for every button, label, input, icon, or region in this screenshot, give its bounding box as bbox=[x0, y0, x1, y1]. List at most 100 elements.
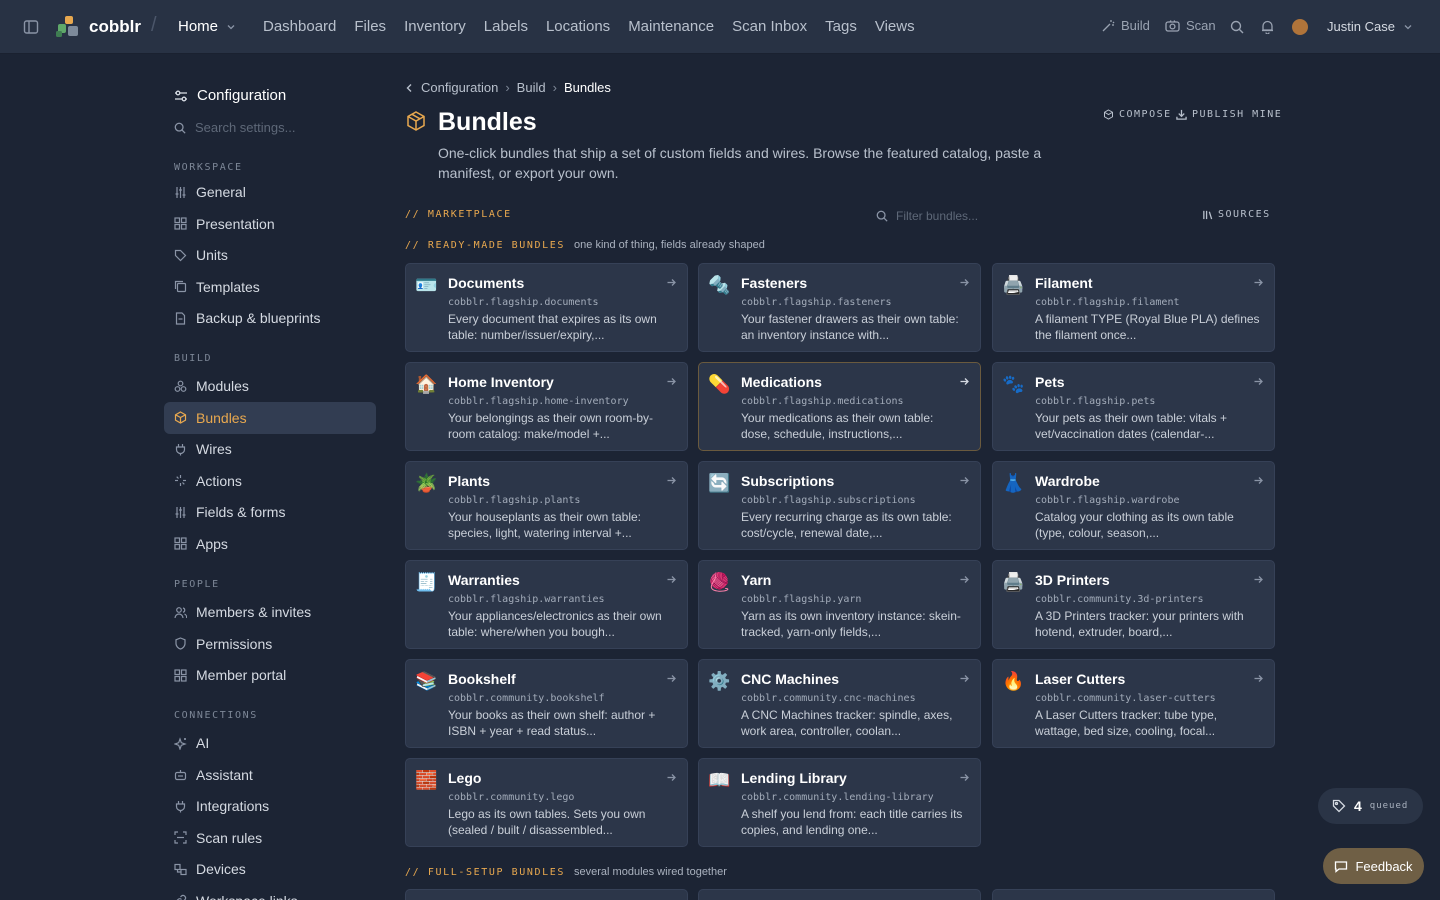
bundle-card[interactable] bbox=[992, 889, 1275, 900]
bundle-card-home-inventory[interactable]: 🏠 Home Inventory cobblr.flagship.home-inve… bbox=[405, 362, 688, 451]
bundle-emoji-icon: 🪴 bbox=[415, 473, 438, 493]
sidebar-item-members-invites[interactable]: Members & invites bbox=[164, 596, 376, 628]
sidebar-item-general[interactable]: General bbox=[164, 176, 376, 208]
arrow-right-icon[interactable] bbox=[959, 574, 970, 585]
arrow-right-icon[interactable] bbox=[666, 277, 677, 288]
cobblr-logo-icon[interactable] bbox=[56, 16, 80, 38]
sidebar-item-member-portal[interactable]: Member portal bbox=[164, 659, 376, 691]
avatar[interactable] bbox=[1292, 19, 1308, 35]
bundle-emoji-icon: 🐾 bbox=[1002, 374, 1025, 394]
sidebar-item-actions[interactable]: Actions bbox=[164, 465, 376, 497]
General-icon bbox=[174, 506, 187, 519]
sidebar-item-workspace-links[interactable]: Workspace links bbox=[164, 885, 376, 900]
bundle-card[interactable] bbox=[405, 889, 688, 900]
arrow-right-icon[interactable] bbox=[1253, 673, 1264, 684]
sidebar-item-bundles[interactable]: Bundles bbox=[164, 401, 376, 434]
bundle-emoji-icon: 🔩 bbox=[708, 275, 731, 295]
publish-mine-button[interactable]: PUBLISH MINE bbox=[1176, 109, 1282, 120]
bundle-card-cnc-machines[interactable]: ⚙️ CNC Machines cobblr.community.cnc-machi… bbox=[698, 659, 981, 748]
scan-button[interactable]: Scan bbox=[1165, 18, 1216, 33]
chevron-left-icon[interactable] bbox=[405, 83, 414, 93]
bundle-card-documents[interactable]: 🪪 Documents cobblr.flagship.documents Every… bbox=[405, 263, 688, 352]
sidebar-item-presentation[interactable]: Presentation bbox=[164, 208, 376, 240]
workspace-switcher[interactable]: Home bbox=[178, 18, 236, 35]
arrow-right-icon[interactable] bbox=[959, 673, 970, 684]
bundle-card-yarn[interactable]: 🧶 Yarn cobblr.flagship.yarn Yarn as its own… bbox=[698, 560, 981, 649]
compose-button[interactable]: COMPOSE bbox=[1103, 109, 1172, 120]
search-icon[interactable] bbox=[1230, 20, 1244, 34]
sidebar-item-devices[interactable]: Devices bbox=[164, 853, 376, 885]
bundle-card-lending-library[interactable]: 📖 Lending Library cobblr.community.lending… bbox=[698, 758, 981, 847]
app-name[interactable]: cobblr bbox=[89, 17, 141, 37]
breadcrumb-build[interactable]: Build bbox=[517, 80, 546, 95]
sidebar-item-ai[interactable]: AI bbox=[164, 727, 376, 759]
ai-icon bbox=[174, 736, 187, 750]
filter-bundles[interactable]: Filter bundles... bbox=[876, 209, 978, 223]
arrow-right-icon[interactable] bbox=[666, 475, 677, 486]
bundle-card-subscriptions[interactable]: 🔄 Subscriptions cobblr.flagship.subscripti… bbox=[698, 461, 981, 550]
sidebar-item-assistant[interactable]: Assistant bbox=[164, 759, 376, 791]
bundle-card-fasteners[interactable]: 🔩 Fasteners cobblr.flagship.fasteners Your … bbox=[698, 263, 981, 352]
build-button[interactable]: Build bbox=[1101, 18, 1150, 33]
nav-files[interactable]: Files bbox=[354, 18, 386, 35]
filter-bundles-input[interactable]: Filter bundles... bbox=[896, 209, 978, 223]
bundle-slug: cobblr.community.laser-cutters bbox=[1035, 693, 1216, 704]
nav-views[interactable]: Views bbox=[875, 18, 915, 35]
sidebar-item-apps[interactable]: Apps bbox=[164, 528, 376, 560]
bundle-slug: cobblr.flagship.documents bbox=[448, 297, 599, 308]
sources-button[interactable]: SOURCES bbox=[1202, 209, 1271, 220]
arrow-right-icon[interactable] bbox=[959, 376, 970, 387]
sidebar-item-fields-forms[interactable]: Fields & forms bbox=[164, 496, 376, 528]
arrow-right-icon[interactable] bbox=[666, 772, 677, 783]
bundle-card-plants[interactable]: 🪴 Plants cobblr.flagship.plants Your housep… bbox=[405, 461, 688, 550]
bundle-card-wardrobe[interactable]: 👗 Wardrobe cobblr.flagship.wardrobe Catalog… bbox=[992, 461, 1275, 550]
bundle-emoji-icon: 💊 bbox=[708, 374, 731, 394]
arrow-right-icon[interactable] bbox=[666, 376, 677, 387]
nav-tags[interactable]: Tags bbox=[825, 18, 857, 35]
arrow-right-icon[interactable] bbox=[1253, 475, 1264, 486]
bundle-emoji-icon: 🪪 bbox=[415, 275, 438, 295]
bundle-card-3d-printers[interactable]: 🖨️ 3D Printers cobblr.community.3d-printer… bbox=[992, 560, 1275, 649]
arrow-right-icon[interactable] bbox=[959, 277, 970, 288]
sidebar-item-wires[interactable]: Wires bbox=[164, 433, 376, 465]
bundle-card-pets[interactable]: 🐾 Pets cobblr.flagship.pets Your pets as th… bbox=[992, 362, 1275, 451]
bell-icon[interactable] bbox=[1261, 20, 1274, 34]
queue-indicator[interactable]: 4 queued bbox=[1318, 788, 1423, 824]
bundle-card-filament[interactable]: 🖨️ Filament cobblr.flagship.filament A fila… bbox=[992, 263, 1275, 352]
bundle-card-lego[interactable]: 🧱 Lego cobblr.community.lego Lego as its ow… bbox=[405, 758, 688, 847]
arrow-right-icon[interactable] bbox=[1253, 376, 1264, 387]
user-menu[interactable]: Justin Case bbox=[1327, 19, 1413, 34]
sidebar-item-templates[interactable]: Templates bbox=[164, 271, 376, 303]
sidebar-item-backup-blueprints[interactable]: Backup & blueprints bbox=[164, 302, 376, 334]
bot-icon bbox=[174, 768, 187, 781]
sidebar-item-permissions[interactable]: Permissions bbox=[164, 628, 376, 660]
nav-inventory[interactable]: Inventory bbox=[404, 18, 466, 35]
nav-labels[interactable]: Labels bbox=[484, 18, 528, 35]
arrow-right-icon[interactable] bbox=[1253, 277, 1264, 288]
sidebar-item-label: Permissions bbox=[196, 635, 273, 652]
sidebar-toggle-icon[interactable] bbox=[23, 19, 39, 35]
sidebar-item-scan-rules[interactable]: Scan rules bbox=[164, 822, 376, 854]
bundle-card[interactable] bbox=[698, 889, 981, 900]
settings-search[interactable]: Search settings... bbox=[174, 120, 295, 135]
nav-maintenance[interactable]: Maintenance bbox=[628, 18, 714, 35]
arrow-right-icon[interactable] bbox=[666, 574, 677, 585]
bundle-card-laser-cutters[interactable]: 🔥 Laser Cutters cobblr.community.laser-cut… bbox=[992, 659, 1275, 748]
sidebar-item-integrations[interactable]: Integrations bbox=[164, 790, 376, 822]
arrow-right-icon[interactable] bbox=[959, 475, 970, 486]
sidebar-item-units[interactable]: Units bbox=[164, 239, 376, 271]
bundle-emoji-icon: 🏠 bbox=[415, 374, 438, 394]
arrow-right-icon[interactable] bbox=[1253, 574, 1264, 585]
nav-locations[interactable]: Locations bbox=[546, 18, 610, 35]
bundle-card-bookshelf[interactable]: 📚 Bookshelf cobblr.community.bookshelf Your… bbox=[405, 659, 688, 748]
nav-scan-inbox[interactable]: Scan Inbox bbox=[732, 18, 807, 35]
settings-search-input[interactable]: Search settings... bbox=[195, 120, 295, 135]
feedback-button[interactable]: Feedback bbox=[1323, 848, 1424, 884]
bundle-card-warranties[interactable]: 🧾 Warranties cobblr.flagship.warranties You… bbox=[405, 560, 688, 649]
arrow-right-icon[interactable] bbox=[959, 772, 970, 783]
nav-dashboard[interactable]: Dashboard bbox=[263, 18, 336, 35]
sidebar-item-modules[interactable]: Modules bbox=[164, 370, 376, 402]
breadcrumb-configuration[interactable]: Configuration bbox=[421, 80, 498, 95]
bundle-card-medications[interactable]: 💊 Medications cobblr.flagship.medications Y… bbox=[698, 362, 981, 451]
arrow-right-icon[interactable] bbox=[666, 673, 677, 684]
